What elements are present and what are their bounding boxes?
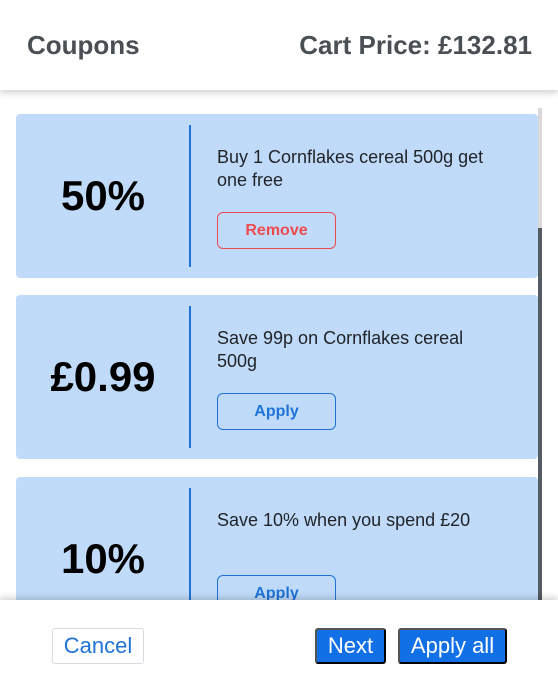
coupon-list[interactable]: 50% Buy 1 Cornflakes cereal 500g get one… [0,90,558,600]
coupon-card: 50% Buy 1 Cornflakes cereal 500g get one… [16,114,538,278]
coupon-divider [189,488,191,600]
cart-price: Cart Price: £132.81 [299,29,532,60]
header-bar: Coupons Cart Price: £132.81 [0,0,558,90]
page-title: Coupons [27,29,140,60]
coupon-description: Save 99p on Cornflakes cereal 500g [217,328,464,371]
coupon-divider [189,125,191,267]
coupon-divider [189,306,191,448]
coupon-description: Buy 1 Cornflakes cereal 500g get one fre… [217,147,484,190]
coupon-value: 50% [60,172,146,219]
scrollbar-thumb[interactable] [538,228,542,600]
apply-all-button[interactable]: Apply all [398,628,507,664]
coupon-card: £0.99 Save 99p on Cornflakes cereal 500g… [16,295,538,459]
footer-bar: Cancel Next Apply all [0,600,558,686]
coupon-value: £0.99 [50,353,156,400]
apply-coupon-button[interactable]: Apply [217,393,336,430]
apply-coupon-button[interactable]: Apply [217,575,336,600]
coupon-value: 10% [60,535,146,582]
next-button[interactable]: Next [315,628,386,664]
coupon-card: 10% Save 10% when you spend £20 Apply [16,477,538,600]
cancel-button[interactable]: Cancel [52,628,144,664]
coupon-description: Save 10% when you spend £20 [217,510,471,530]
remove-coupon-button[interactable]: Remove [217,212,336,249]
